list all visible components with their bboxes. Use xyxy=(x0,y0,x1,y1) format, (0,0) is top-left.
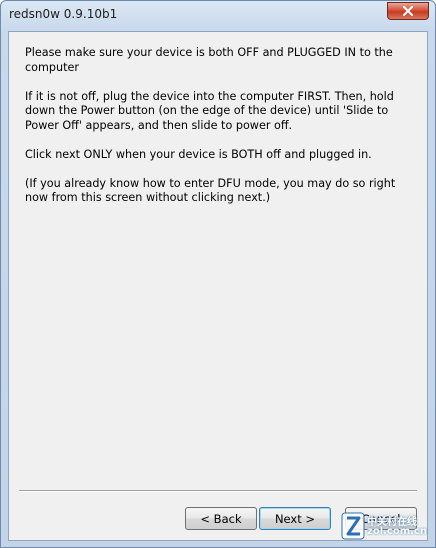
button-separator xyxy=(19,490,417,492)
zol-watermark: 中关村在线 zol.com.cn xyxy=(341,509,431,545)
close-x-icon xyxy=(403,6,413,16)
window-title: redsn0w 0.9.10b1 xyxy=(9,7,118,21)
close-button[interactable] xyxy=(387,2,429,20)
instructions: Please make sure your device is both OFF… xyxy=(25,46,417,220)
instruction-paragraph-4: (If you already know how to enter DFU mo… xyxy=(25,176,396,205)
instruction-paragraph-2: If it is not off, plug the device into t… xyxy=(25,89,394,132)
app-window: redsn0w 0.9.10b1 Please make sure your d… xyxy=(0,0,436,548)
wizard-page: Please make sure your device is both OFF… xyxy=(8,31,428,541)
instruction-paragraph-1: Please make sure your device is both OFF… xyxy=(25,46,393,74)
instruction-paragraph-3: Click next ONLY when your device is BOTH… xyxy=(25,147,372,161)
watermark-text-bottom: zol.com.cn xyxy=(367,526,427,537)
back-button[interactable]: < Back xyxy=(185,507,257,530)
next-button[interactable]: Next > xyxy=(259,507,331,530)
title-bar[interactable]: redsn0w 0.9.10b1 xyxy=(1,1,435,31)
